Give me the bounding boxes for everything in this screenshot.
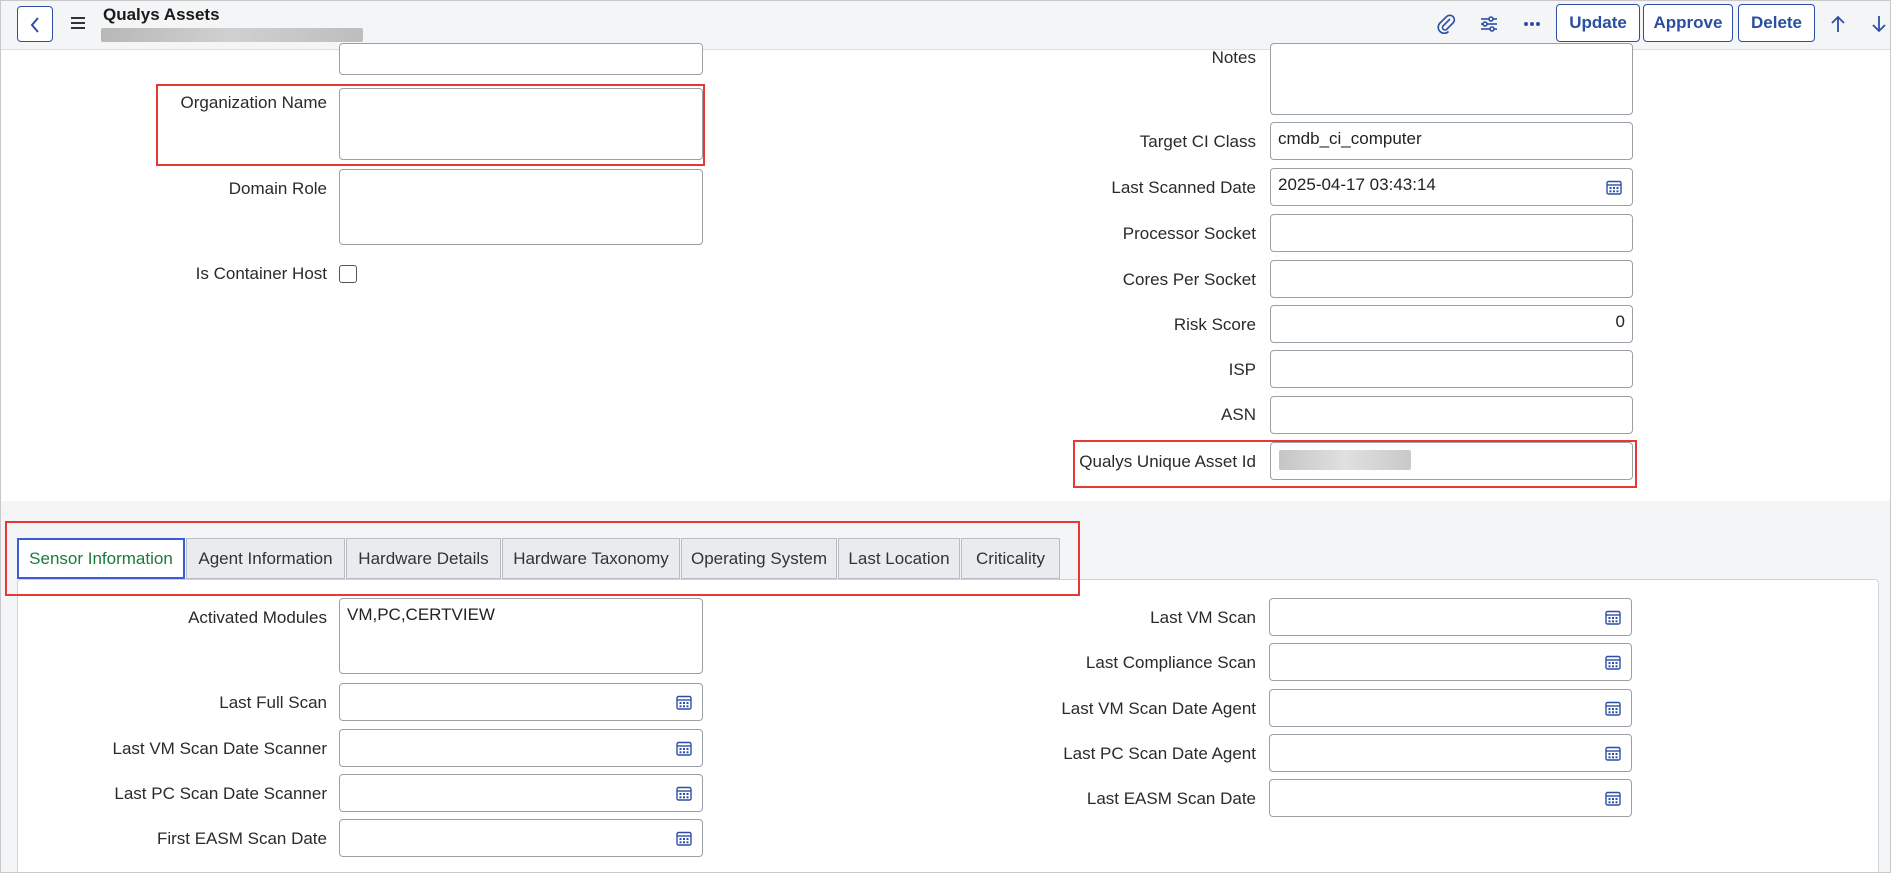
- last-vm-scan-date-scanner-label: Last VM Scan Date Scanner: [112, 739, 327, 758]
- calendar-icon: [1606, 180, 1622, 195]
- last-full-scan-label: Last Full Scan: [219, 693, 327, 712]
- calendar-icon: [1605, 701, 1621, 716]
- asset-id-redacted: [1279, 450, 1411, 470]
- menu-icon[interactable]: [71, 17, 85, 29]
- chevron-left-icon: [30, 17, 39, 33]
- qualys-unique-asset-id-label: Qualys Unique Asset Id: [1079, 452, 1256, 471]
- first-easm-scan-date-calendar-button[interactable]: [665, 819, 703, 857]
- approve-button[interactable]: Approve: [1643, 4, 1733, 42]
- first-easm-scan-date-input[interactable]: [339, 819, 666, 857]
- last-vm-scan-calendar-button[interactable]: [1594, 598, 1632, 636]
- calendar-icon: [676, 695, 692, 710]
- calendar-icon: [1605, 746, 1621, 761]
- notes-label: Notes: [1211, 48, 1256, 67]
- first-easm-scan-date-label: First EASM Scan Date: [156, 829, 327, 848]
- last-full-scan-calendar-button[interactable]: [665, 683, 703, 721]
- last-scanned-date-input[interactable]: 2025-04-17 03:43:14: [1270, 168, 1596, 206]
- calendar-icon: [676, 741, 692, 756]
- last-vm-scan-date-scanner-input[interactable]: [339, 729, 666, 767]
- last-pc-scan-date-scanner-label: Last PC Scan Date Scanner: [114, 784, 327, 803]
- last-vm-scan-input[interactable]: [1269, 598, 1595, 636]
- processor-socket-input[interactable]: [1270, 214, 1633, 252]
- page-title: Qualys Assets: [103, 5, 220, 24]
- processor-socket-label: Processor Socket: [1122, 224, 1256, 243]
- risk-score-input[interactable]: 0: [1270, 305, 1633, 343]
- back-button[interactable]: [17, 6, 53, 42]
- last-pc-scan-date-scanner-calendar-button[interactable]: [665, 774, 703, 812]
- tab-hardware-details[interactable]: Hardware Details: [346, 538, 501, 579]
- last-compliance-scan-calendar-button[interactable]: [1594, 643, 1632, 681]
- tab-criticality[interactable]: Criticality: [961, 538, 1060, 579]
- calendar-icon: [1605, 655, 1621, 670]
- calendar-icon: [676, 786, 692, 801]
- notes-input[interactable]: [1270, 43, 1633, 115]
- tab-hardware-taxonomy[interactable]: Hardware Taxonomy: [502, 538, 680, 579]
- calendar-icon: [676, 831, 692, 846]
- tab-last-location[interactable]: Last Location: [838, 538, 960, 579]
- last-pc-scan-date-agent-label: Last PC Scan Date Agent: [1063, 744, 1256, 763]
- calendar-icon: [1605, 610, 1621, 625]
- cores-per-socket-input[interactable]: [1270, 260, 1633, 298]
- target-ci-class-label: Target CI Class: [1139, 132, 1256, 151]
- last-pc-scan-date-scanner-input[interactable]: [339, 774, 666, 812]
- settings-sliders-icon[interactable]: [1478, 13, 1500, 35]
- activated-modules-input[interactable]: VM,PC,CERTVIEW: [339, 598, 703, 674]
- isp-input[interactable]: [1270, 350, 1633, 388]
- last-pc-scan-date-agent-input[interactable]: [1269, 734, 1595, 772]
- activated-modules-label: Activated Modules: [188, 608, 327, 627]
- tab-operating-system[interactable]: Operating System: [681, 538, 837, 579]
- is-container-host-label: Is Container Host: [195, 264, 327, 283]
- last-vm-scan-date-agent-input[interactable]: [1269, 689, 1595, 727]
- organization-name-label: Organization Name: [180, 93, 327, 112]
- last-easm-scan-date-input[interactable]: [1269, 779, 1595, 817]
- domain-role-input[interactable]: [339, 169, 703, 245]
- last-easm-scan-date-calendar-button[interactable]: [1594, 779, 1632, 817]
- last-compliance-scan-label: Last Compliance Scan: [1085, 653, 1256, 672]
- record-subtitle-redacted: [101, 28, 363, 42]
- last-vm-scan-label: Last VM Scan: [1150, 608, 1256, 627]
- cores-per-socket-label: Cores Per Socket: [1122, 270, 1256, 289]
- organization-name-input[interactable]: [339, 88, 703, 160]
- last-compliance-scan-input[interactable]: [1269, 643, 1595, 681]
- paperclip-icon[interactable]: [1435, 13, 1457, 35]
- previous-field-input[interactable]: [339, 43, 703, 75]
- last-scanned-date-calendar-button[interactable]: [1595, 168, 1633, 206]
- risk-score-label: Risk Score: [1173, 315, 1256, 334]
- last-easm-scan-date-label: Last EASM Scan Date: [1086, 789, 1256, 808]
- record-form-window: Qualys Assets Update Approve Delete Orga…: [0, 0, 1891, 873]
- more-icon[interactable]: [1521, 13, 1543, 35]
- asn-label: ASN: [1221, 405, 1256, 424]
- target-ci-class-input[interactable]: cmdb_ci_computer: [1270, 122, 1633, 160]
- calendar-icon: [1605, 791, 1621, 806]
- arrow-down-icon[interactable]: [1868, 13, 1890, 35]
- last-vm-scan-date-scanner-calendar-button[interactable]: [665, 729, 703, 767]
- tab-sensor-information[interactable]: Sensor Information: [17, 538, 185, 579]
- is-container-host-checkbox[interactable]: [339, 265, 357, 283]
- last-pc-scan-date-agent-calendar-button[interactable]: [1594, 734, 1632, 772]
- asn-input[interactable]: [1270, 396, 1633, 434]
- last-full-scan-input[interactable]: [339, 683, 666, 721]
- domain-role-label: Domain Role: [228, 179, 327, 198]
- isp-label: ISP: [1228, 360, 1256, 379]
- delete-button[interactable]: Delete: [1738, 4, 1815, 42]
- tab-agent-information[interactable]: Agent Information: [186, 538, 345, 579]
- last-vm-scan-date-agent-calendar-button[interactable]: [1594, 689, 1632, 727]
- arrow-up-icon[interactable]: [1827, 13, 1849, 35]
- last-vm-scan-date-agent-label: Last VM Scan Date Agent: [1061, 699, 1256, 718]
- update-button[interactable]: Update: [1556, 4, 1640, 42]
- last-scanned-date-label: Last Scanned Date: [1111, 178, 1256, 197]
